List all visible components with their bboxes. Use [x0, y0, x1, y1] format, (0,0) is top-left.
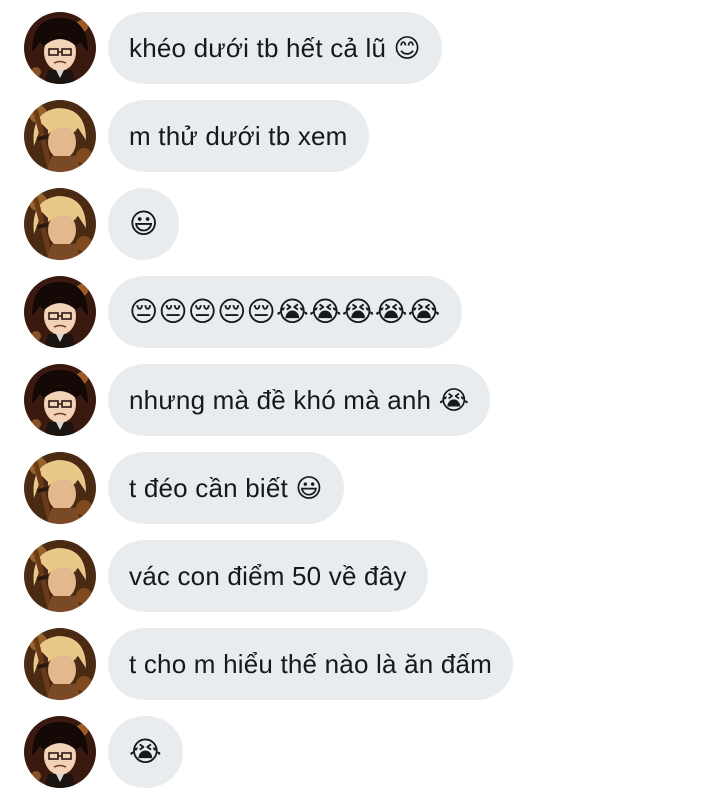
message-bubble[interactable]: t cho m hiểu thế nào là ăn đấm	[108, 628, 514, 700]
message-bubble[interactable]: vác con điểm 50 về đây	[108, 540, 428, 612]
chat-thread: khéo dưới tb hết cả lũ 😊 m thử dưới tb x…	[0, 0, 720, 790]
avatar-dark-haired[interactable]	[24, 12, 96, 84]
avatar-dark-haired[interactable]	[24, 276, 96, 348]
message-bubble[interactable]: 😔😔😔😔😔😭😭😭😭😭	[108, 276, 462, 348]
avatar-blonde[interactable]	[24, 188, 96, 260]
message-row: 😔😔😔😔😔😭😭😭😭😭	[0, 276, 720, 348]
message-row: t đéo cần biết 😃	[0, 452, 720, 524]
avatar-blonde[interactable]	[24, 540, 96, 612]
blonde-avatar-icon	[24, 188, 96, 260]
message-row: vác con điểm 50 về đây	[0, 540, 720, 612]
dark-haired-avatar-icon	[24, 716, 96, 788]
message-row: khéo dưới tb hết cả lũ 😊	[0, 12, 720, 84]
blonde-avatar-icon	[24, 628, 96, 700]
avatar-blonde[interactable]	[24, 628, 96, 700]
avatar-blonde[interactable]	[24, 100, 96, 172]
blonde-avatar-icon	[24, 540, 96, 612]
message-row: 😭	[0, 716, 720, 788]
message-bubble[interactable]: nhưng mà đề khó mà anh 😭	[108, 364, 491, 436]
message-row: nhưng mà đề khó mà anh 😭	[0, 364, 720, 436]
avatar-dark-haired[interactable]	[24, 364, 96, 436]
message-row: t cho m hiểu thế nào là ăn đấm	[0, 628, 720, 700]
message-bubble[interactable]: khéo dưới tb hết cả lũ 😊	[108, 12, 442, 84]
blonde-avatar-icon	[24, 100, 96, 172]
avatar-blonde[interactable]	[24, 452, 96, 524]
message-bubble[interactable]: m thử dưới tb xem	[108, 100, 369, 172]
avatar-dark-haired[interactable]	[24, 716, 96, 788]
message-bubble[interactable]: 😃	[108, 188, 180, 260]
blonde-avatar-icon	[24, 452, 96, 524]
message-bubble[interactable]: t đéo cần biết 😃	[108, 452, 344, 524]
message-bubble[interactable]: 😭	[108, 716, 183, 788]
message-row: 😃	[0, 188, 720, 260]
dark-haired-avatar-icon	[24, 12, 96, 84]
dark-haired-avatar-icon	[24, 364, 96, 436]
dark-haired-avatar-icon	[24, 276, 96, 348]
message-row: m thử dưới tb xem	[0, 100, 720, 172]
